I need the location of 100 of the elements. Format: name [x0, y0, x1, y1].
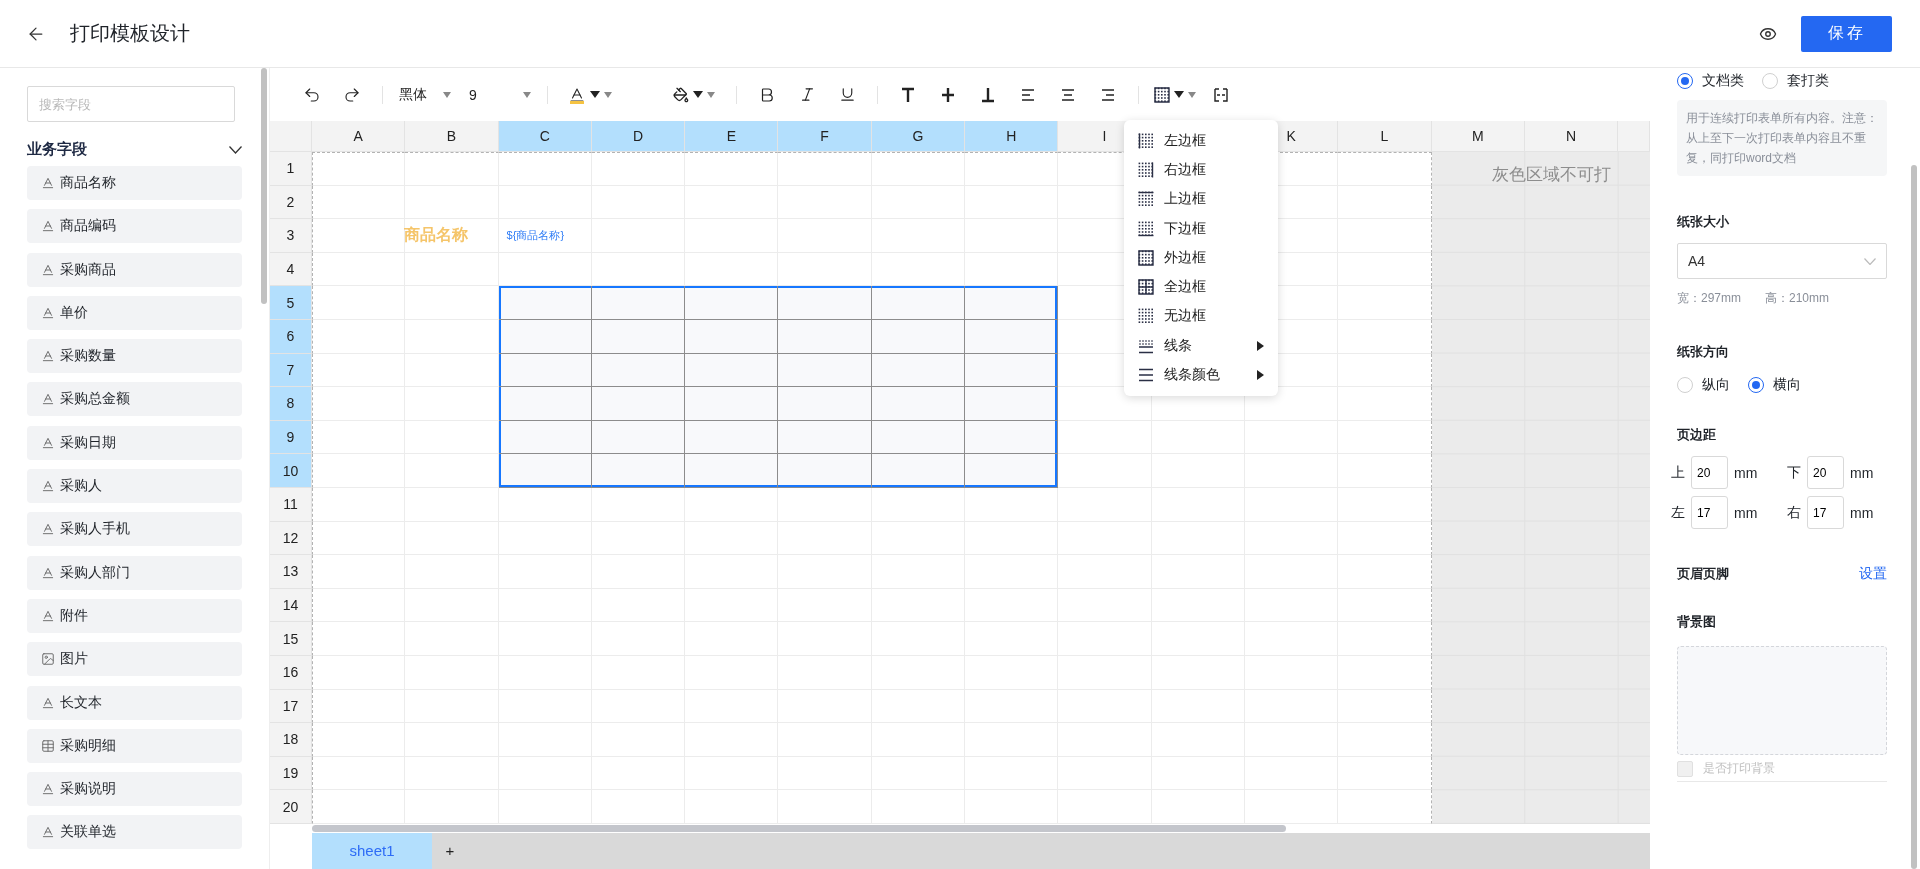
grid-cell[interactable] [778, 387, 872, 421]
row-header[interactable]: 7 [270, 353, 312, 388]
grid-cell[interactable] [965, 420, 1059, 455]
grid-cell[interactable] [498, 319, 592, 354]
grid-cell[interactable] [498, 387, 592, 421]
grid-cell[interactable] [685, 420, 779, 455]
row-header[interactable]: 20 [270, 790, 312, 824]
field-item[interactable]: 长文本 [27, 685, 242, 720]
column-header[interactable]: B [405, 121, 499, 152]
menu-item[interactable]: 线条颜色 [1124, 360, 1278, 390]
grid-cell[interactable] [778, 319, 872, 354]
grid-cell[interactable] [871, 152, 966, 186]
field-item[interactable]: 图片 [27, 642, 242, 677]
field-item[interactable]: 采购商品 [27, 252, 242, 287]
menu-item[interactable]: 上边框 [1124, 184, 1278, 214]
field-item[interactable]: 商品编码 [27, 209, 242, 244]
grid-cell[interactable] [778, 353, 872, 388]
field-item[interactable]: 附件 [27, 598, 242, 633]
radio-option[interactable]: 套打类 [1762, 72, 1829, 90]
grid-cell[interactable] [871, 286, 966, 320]
field-item[interactable]: 采购日期 [27, 425, 242, 460]
margin-input[interactable]: 17 [1807, 496, 1844, 529]
grid-cell[interactable] [591, 454, 686, 488]
settings-link[interactable]: 设置 [1859, 565, 1887, 583]
grid-cell[interactable] [965, 286, 1059, 320]
grid-cell[interactable] [591, 286, 686, 320]
grid-cell[interactable] [1338, 521, 1432, 556]
row-header[interactable]: 19 [270, 756, 312, 791]
grid-cell[interactable] [498, 286, 592, 320]
column-header[interactable]: D [591, 121, 686, 152]
grid-cell[interactable] [1338, 588, 1432, 623]
grid-cell[interactable] [591, 152, 686, 186]
font-dropdown[interactable]: 黑体 [393, 78, 457, 111]
grid-cell[interactable] [1338, 219, 1432, 253]
column-header[interactable]: H [965, 121, 1059, 152]
background-upload-area[interactable] [1677, 646, 1887, 755]
grid-cell[interactable] [1338, 286, 1432, 320]
row-header[interactable]: 12 [270, 521, 312, 556]
grid-cell[interactable] [965, 152, 1059, 186]
grid-cell[interactable] [1338, 387, 1432, 421]
grid-cell[interactable] [1338, 790, 1432, 824]
scrollbar-thumb[interactable] [261, 68, 267, 304]
grid-cell[interactable] [685, 319, 779, 354]
grid-cell[interactable] [1338, 252, 1432, 287]
column-header[interactable]: L [1338, 121, 1432, 152]
margin-input[interactable]: 20 [1807, 456, 1844, 489]
column-header[interactable]: F [778, 121, 872, 152]
field-item[interactable]: 关联单选 [27, 815, 242, 850]
grid-cell[interactable] [498, 152, 592, 186]
grid-cell[interactable] [778, 286, 872, 320]
grid-cell[interactable] [965, 319, 1059, 354]
grid-cell[interactable] [1338, 420, 1432, 455]
field-item[interactable]: 采购数量 [27, 339, 242, 374]
column-header[interactable]: C [498, 121, 592, 152]
grid-cell[interactable] [685, 353, 779, 388]
grid-cell[interactable] [778, 420, 872, 455]
field-item[interactable]: 采购说明 [27, 772, 242, 807]
field-item[interactable]: 采购人手机 [27, 512, 242, 547]
grid-cell[interactable]: ${商品名称} [498, 219, 592, 253]
grid-cell[interactable] [591, 353, 686, 388]
menu-item[interactable]: 无边框 [1124, 301, 1278, 332]
row-header[interactable]: 4 [270, 252, 312, 287]
grid-cell[interactable] [965, 454, 1059, 488]
column-header[interactable]: E [685, 121, 779, 152]
save-button[interactable]: 保存 [1801, 15, 1892, 52]
column-header[interactable]: G [871, 121, 966, 152]
corner-cell[interactable] [270, 121, 312, 152]
menu-item[interactable]: 外边框 [1124, 243, 1278, 273]
column-header[interactable]: A [312, 121, 406, 152]
field-item[interactable]: 采购明细 [27, 728, 242, 763]
field-item[interactable]: 采购总金额 [27, 382, 242, 417]
grid-cell[interactable] [1338, 655, 1432, 690]
grid-cell[interactable] [871, 454, 966, 488]
grid-cell[interactable] [871, 387, 966, 421]
field-item[interactable]: 单价 [27, 295, 242, 330]
margin-input[interactable]: 20 [1691, 456, 1728, 489]
grid-cell[interactable] [1338, 723, 1432, 757]
grid-cell[interactable] [685, 387, 779, 421]
grid-cell[interactable] [871, 319, 966, 354]
menu-item[interactable]: 全边框 [1124, 272, 1278, 302]
grid-cell[interactable] [405, 152, 499, 186]
font-size-dropdown[interactable]: 9 [463, 78, 537, 111]
grid-cell[interactable] [498, 353, 592, 388]
grid-cell[interactable] [1338, 319, 1432, 354]
grid-cell[interactable] [965, 353, 1059, 388]
radio-option[interactable]: 纵向 [1677, 376, 1730, 394]
grid-cell[interactable] [1338, 622, 1432, 656]
scrollbar-thumb[interactable] [312, 824, 1286, 832]
paper-size-select[interactable]: A4 [1677, 243, 1887, 279]
scrollbar-thumb[interactable] [1911, 165, 1917, 869]
margin-input[interactable]: 17 [1691, 496, 1728, 529]
section-header[interactable]: 业务字段 [27, 140, 242, 159]
row-header[interactable]: 15 [270, 622, 312, 656]
row-header[interactable]: 8 [270, 387, 312, 421]
field-item[interactable]: 采购人部门 [27, 555, 242, 590]
column-header[interactable]: M [1431, 121, 1525, 152]
grid-cell[interactable] [965, 387, 1059, 421]
menu-item[interactable]: 下边框 [1124, 213, 1278, 244]
row-header[interactable]: 5 [270, 286, 312, 320]
row-header[interactable]: 18 [270, 723, 312, 757]
